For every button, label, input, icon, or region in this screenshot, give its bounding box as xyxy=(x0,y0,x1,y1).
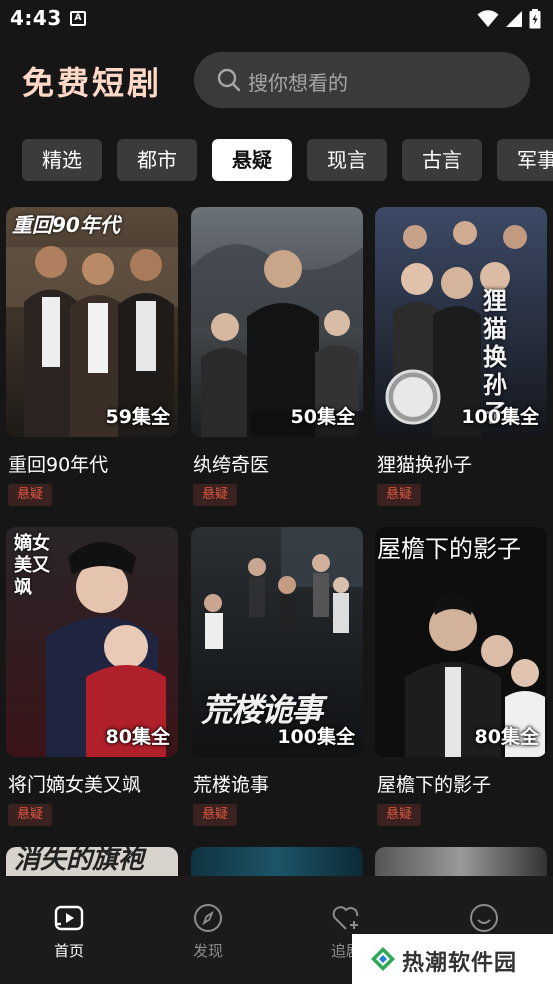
genre-tag: 悬疑 xyxy=(8,804,52,826)
play-video-icon xyxy=(54,905,84,931)
episode-count: 59集全 xyxy=(105,406,170,428)
episode-count: 80集全 xyxy=(474,726,539,748)
tab-xianyan[interactable]: 现言 xyxy=(307,139,387,181)
tab-jingxuan[interactable]: 精选 xyxy=(22,139,102,181)
drama-poster[interactable]: 重回90年代 59集全 xyxy=(6,207,178,437)
drama-poster[interactable]: 嫡女美又飒 80集全 xyxy=(6,527,178,757)
search-icon xyxy=(217,68,241,92)
genre-tag: 悬疑 xyxy=(193,484,237,506)
drama-poster[interactable]: 荒楼诡事 100集全 xyxy=(191,527,363,757)
drama-poster[interactable]: 消失的旗袍 xyxy=(6,847,178,877)
episode-count: 100集全 xyxy=(461,406,539,428)
poster-title-art: 重回90年代 xyxy=(12,213,120,237)
tab-dushi[interactable]: 都市 xyxy=(117,139,197,181)
nav-discover[interactable]: 发现 xyxy=(168,902,248,961)
episode-count: 80集全 xyxy=(105,726,170,748)
drama-title[interactable]: 狸猫换孙子 xyxy=(377,450,472,477)
battery-icon xyxy=(529,9,541,29)
status-time: 4:43 xyxy=(10,6,62,30)
notification-app-icon: A xyxy=(70,11,86,26)
episode-count: 50集全 xyxy=(290,406,355,428)
category-tabs: 精选 都市 悬疑 现言 古言 军事 xyxy=(22,139,553,181)
poster-title-art: 嫡女美又飒 xyxy=(14,533,50,598)
heart-plus-icon xyxy=(332,906,359,930)
tab-xuanyi[interactable]: 悬疑 xyxy=(212,139,292,181)
cellular-signal-icon xyxy=(506,11,522,27)
genre-tag: 悬疑 xyxy=(377,484,421,506)
status-indicators xyxy=(477,9,541,29)
drama-poster[interactable]: 屋檐下的影子 80集全 xyxy=(375,527,547,757)
drama-title[interactable]: 纨绔奇医 xyxy=(193,450,269,477)
drama-title[interactable]: 重回90年代 xyxy=(8,450,108,477)
smiley-icon xyxy=(470,904,498,932)
nav-label: 发现 xyxy=(192,942,223,960)
tab-guyan[interactable]: 古言 xyxy=(402,139,482,181)
drama-title[interactable]: 屋檐下的影子 xyxy=(377,770,491,797)
drama-poster[interactable] xyxy=(191,847,363,877)
drama-poster[interactable]: 狸猫换孙子 100集全 xyxy=(375,207,547,437)
app-title: 免费短剧 xyxy=(22,64,163,102)
nav-label: 首页 xyxy=(53,942,84,960)
search-placeholder: 搜你想看的 xyxy=(248,71,348,95)
drama-poster[interactable] xyxy=(375,847,547,877)
genre-tag: 悬疑 xyxy=(377,804,421,826)
watermark: 热潮软件园 xyxy=(352,934,553,984)
watermark-text: 热潮软件园 xyxy=(402,951,518,976)
watermark-logo-icon xyxy=(371,947,395,971)
compass-icon xyxy=(194,904,222,932)
header: 免费短剧 搜你想看的 xyxy=(0,52,553,108)
genre-tag: 悬疑 xyxy=(193,804,237,826)
drama-poster[interactable]: 50集全 xyxy=(191,207,363,437)
nav-home[interactable]: 首页 xyxy=(29,902,109,961)
status-bar: 4:43 A xyxy=(0,0,553,38)
poster-title-art: 消失的旗袍 xyxy=(14,847,145,875)
tab-junshi[interactable]: 军事 xyxy=(497,139,553,181)
episode-count: 100集全 xyxy=(277,726,355,748)
drama-title[interactable]: 将门嫡女美又飒 xyxy=(8,770,141,797)
wifi-icon xyxy=(477,10,499,27)
poster-title-art: 屋檐下的影子 xyxy=(377,535,521,563)
search-input[interactable]: 搜你想看的 xyxy=(194,52,530,108)
genre-tag: 悬疑 xyxy=(8,484,52,506)
drama-title[interactable]: 荒楼诡事 xyxy=(193,770,269,797)
